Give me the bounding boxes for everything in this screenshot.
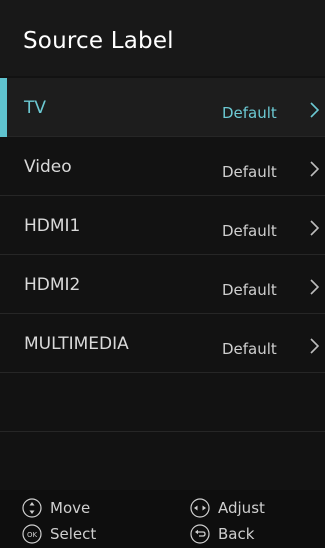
ok-button-icon: OK bbox=[22, 524, 42, 544]
source-row-hdmi2[interactable]: HDMI2 Default bbox=[0, 255, 325, 314]
chevron-right-icon bbox=[310, 338, 320, 354]
source-row-video[interactable]: Video Default bbox=[0, 137, 325, 196]
adjust-leftright-icon bbox=[190, 498, 210, 518]
chevron-right-icon bbox=[310, 279, 320, 295]
source-row-multimedia[interactable]: MULTIMEDIA Default bbox=[0, 314, 325, 373]
source-value: Default bbox=[222, 104, 277, 122]
source-name: HDMI2 bbox=[24, 275, 81, 295]
ok-icon-text: OK bbox=[27, 531, 38, 539]
source-value: Default bbox=[222, 340, 277, 358]
source-value: Default bbox=[222, 281, 277, 299]
empty-row bbox=[0, 373, 325, 432]
source-row-tv[interactable]: TV Default bbox=[0, 78, 325, 137]
hint-select: OK Select bbox=[22, 524, 96, 544]
source-name: TV bbox=[24, 98, 47, 118]
hint-select-label: Select bbox=[50, 525, 97, 543]
key-hints-bar: Move Adjust OK Select Back bbox=[0, 490, 325, 548]
source-value: Default bbox=[222, 222, 277, 240]
source-name: MULTIMEDIA bbox=[24, 334, 129, 354]
back-icon bbox=[190, 524, 210, 544]
source-list: TV Default Video Default HDMI1 Default H… bbox=[0, 78, 325, 491]
source-row-hdmi1[interactable]: HDMI1 Default bbox=[0, 196, 325, 255]
chevron-right-icon bbox=[310, 220, 320, 236]
selection-indicator bbox=[0, 78, 7, 137]
source-value: Default bbox=[222, 163, 277, 181]
chevron-right-icon bbox=[310, 102, 320, 118]
hint-move-label: Move bbox=[50, 499, 91, 517]
hint-back-label: Back bbox=[218, 525, 255, 543]
source-name: HDMI1 bbox=[24, 216, 81, 236]
move-updown-icon bbox=[22, 498, 42, 518]
hint-adjust: Adjust bbox=[190, 498, 265, 518]
hint-move: Move bbox=[22, 498, 90, 518]
source-name: Video bbox=[24, 157, 72, 177]
hint-adjust-label: Adjust bbox=[218, 499, 265, 517]
empty-row bbox=[0, 432, 325, 491]
header: Source Label bbox=[0, 0, 325, 76]
page-title: Source Label bbox=[23, 28, 174, 54]
chevron-right-icon bbox=[310, 161, 320, 177]
hint-back: Back bbox=[190, 524, 254, 544]
